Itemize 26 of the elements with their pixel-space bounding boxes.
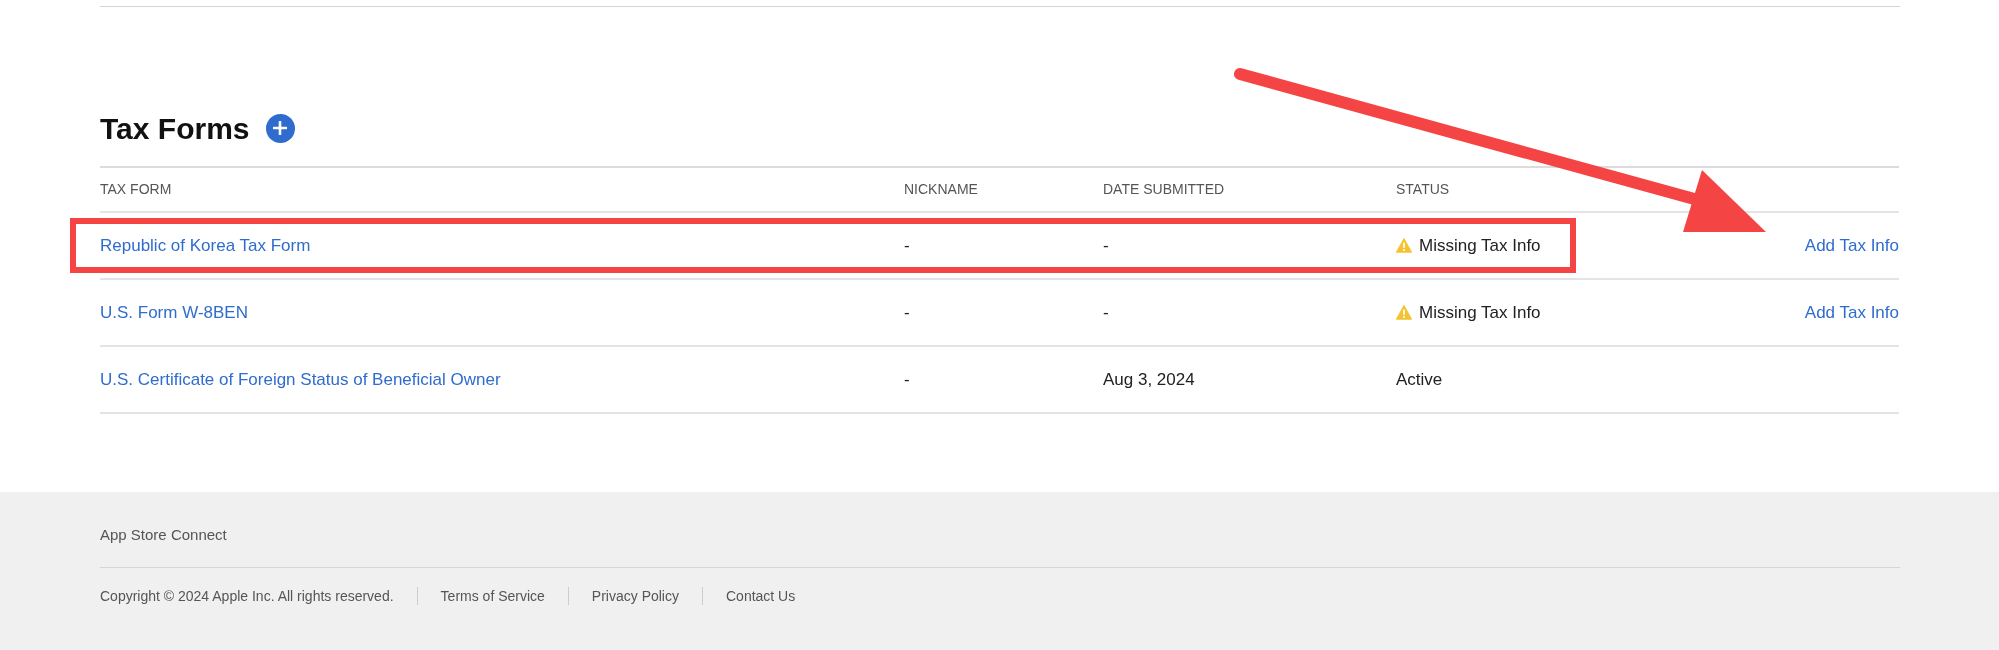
status-text: Missing Tax Info: [1419, 234, 1541, 257]
plus-icon: [273, 121, 287, 135]
tax-form-link[interactable]: Republic of Korea Tax Form: [100, 232, 904, 259]
table-cell-text: -: [904, 234, 911, 257]
copyright-text: Copyright © 2024 Apple Inc. All rights reserved.: [100, 586, 394, 606]
tax-form-link[interactable]: U.S. Form W-8BEN: [100, 299, 904, 326]
tax-form-link[interactable]: U.S. Certificate of Foreign Status of Beneficial Owner: [100, 366, 904, 393]
column-header: TAX FORM: [100, 180, 173, 199]
status-text: Active: [1396, 368, 1443, 391]
footer-brand: App Store Connect: [100, 525, 227, 546]
footer-link[interactable]: Privacy Policy: [591, 585, 679, 607]
add-tax-info-link[interactable]: Add Tax Info: [1804, 232, 1899, 259]
footer-link[interactable]: Terms of Service: [440, 585, 545, 607]
table-cell-text: -: [904, 368, 911, 391]
column-header: NICKNAME: [904, 180, 979, 199]
table-cell-text: Aug 3, 2024: [1103, 368, 1196, 391]
table-cell-text: -: [1103, 301, 1110, 324]
table-cell-text: -: [904, 301, 911, 324]
column-header: DATE SUBMITTED: [1103, 180, 1226, 199]
add-button[interactable]: [265, 113, 295, 143]
column-header: STATUS: [1396, 180, 1451, 199]
footer-link[interactable]: Contact Us: [726, 585, 796, 607]
section-title: Tax Forms: [100, 110, 250, 147]
add-tax-info-link[interactable]: Add Tax Info: [1804, 299, 1899, 326]
status-text: Missing Tax Info: [1419, 301, 1541, 324]
table-cell-text: -: [1103, 234, 1110, 257]
